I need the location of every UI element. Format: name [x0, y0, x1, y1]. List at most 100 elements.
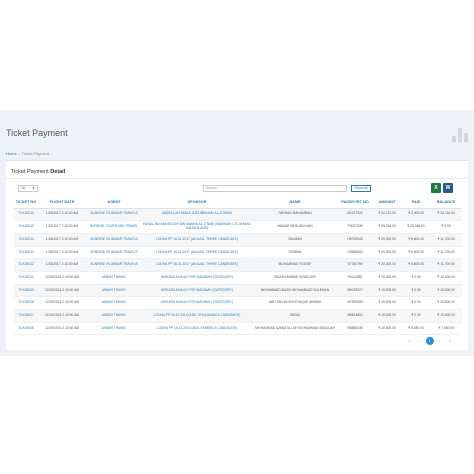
cell-ticket[interactable]: TCK00009 — [14, 284, 38, 298]
column-header[interactable]: PAID — [402, 196, 430, 209]
cell-amount: ₹ 20,300.00 — [372, 246, 402, 260]
cell-amount: ₹ 15,500.00 — [372, 309, 402, 323]
cell-date: 1/18/2017 2:10:00 AM — [38, 233, 86, 247]
cell-ticket[interactable]: TCK00016 — [14, 208, 38, 222]
cell-agent[interactable]: SUNRISE VS AKBAR TRAVELS — [86, 258, 142, 272]
column-header[interactable]: AMOUNT — [372, 196, 402, 209]
table-row[interactable]: TCK00008 12/19/2016 2:10:00 AM AKBAR TRAVE… — [14, 296, 462, 310]
cell-sponsor[interactable]: LODHA PP 16.01.2017 (AN AJUL THREE CANDI… — [142, 258, 252, 272]
cell-balance: ₹ 11,700.00 — [430, 246, 462, 260]
cell-ticket[interactable]: TCK00008 — [14, 296, 38, 310]
cell-name: FARHAN MAHAMBAN — [252, 208, 338, 222]
cell-sponsor[interactable]: ABDULLAH ABDUL AZIZ IBRAHIM AL-JOHANI — [142, 208, 252, 222]
cell-name: FAIZAN AHMAD SHAKOOR — [252, 271, 338, 285]
cell-ticket[interactable]: TCK00015 — [14, 220, 38, 234]
table-row[interactable]: TCK00007 12/19/2016 2:10:00 AM AKBAR TRAVE… — [14, 309, 462, 323]
column-header[interactable]: PASSPORT NO — [338, 196, 372, 209]
cell-amount: ₹ 15,500.00 — [372, 322, 402, 336]
column-header[interactable]: AGENT — [86, 196, 142, 209]
cell-paid: ₹ 25,246.00 — [402, 220, 430, 234]
column-header[interactable]: NAME — [252, 196, 338, 209]
cell-paid: ₹ 8,600.00 — [402, 258, 430, 272]
cell-date: 12/19/2016 2:10:00 AM — [38, 322, 86, 336]
cell-agent[interactable]: AKBAR TRAVEL — [86, 284, 142, 298]
cell-name: SADIQ — [252, 309, 338, 323]
column-header[interactable]: FLIGHT DATE — [38, 196, 86, 209]
cell-passport: P4612882 — [338, 271, 372, 285]
breadcrumb-separator: / — [18, 151, 20, 156]
cell-date: 1/18/2017 7:40:00 AM — [38, 220, 86, 234]
cell-name: NAZAIR BEGUM KHAN — [252, 220, 338, 234]
cell-agent[interactable]: AKBAR TRAVEL — [86, 296, 142, 310]
cell-agent[interactable]: AKBAR TRAVEL — [86, 309, 142, 323]
table-row[interactable]: TCK00010 12/19/2016 2:10:00 AM AKBAR TRAVE… — [14, 271, 462, 285]
cell-date: 12/19/2016 2:10:00 AM — [38, 296, 86, 310]
table-row[interactable]: TCK00012 1/18/2017 2:10:00 AM SUNRISE VS A… — [14, 258, 462, 272]
cell-balance: ₹ 15,500.00 — [430, 284, 462, 298]
table-header-row: TICKET NO FLIGHT DATE AGENT SPONSOR NAME PASS… — [14, 196, 462, 209]
pager-last[interactable]: » — [446, 337, 454, 345]
column-header[interactable]: BALANCE — [430, 196, 462, 209]
cell-paid: ₹ 0.00 — [402, 284, 430, 298]
ticket-payment-card: Ticket Payment Detail 10 ▼ Search Show A… — [6, 160, 468, 350]
cell-ticket[interactable]: TCK00014 — [14, 233, 38, 247]
ticket-payment-table: TICKET NO FLIGHT DATE AGENT SPONSOR NAME PASS… — [14, 196, 462, 336]
show-all-button[interactable]: Show All — [351, 185, 371, 192]
cell-paid: ₹ 8,600.00 — [402, 233, 430, 247]
cell-ticket[interactable]: TCK00010 — [14, 271, 38, 285]
excel-icon[interactable]: X — [431, 183, 441, 193]
cell-ticket[interactable]: TCK00013 — [14, 246, 38, 260]
cell-passport: M6814891 — [338, 309, 372, 323]
pager-first[interactable]: « — [406, 337, 414, 345]
cell-passport: N6588438 — [338, 322, 372, 336]
cell-passport: N3865460 — [338, 246, 372, 260]
table-body: TCK00016 1/18/2017 2:10:00 AM SUNRISE VS A… — [14, 208, 462, 336]
cell-agent[interactable]: SUNRISE VS AKBAR TRAVELS — [86, 208, 142, 222]
pager-next[interactable]: › — [436, 337, 444, 345]
column-header[interactable]: SPONSOR — [142, 196, 252, 209]
cell-sponsor[interactable]: MOKASA KHALID FOR MADINAH (CATEGORY) — [142, 271, 252, 285]
cell-agent[interactable]: SUNRISE VS AKBAR TRAVELS — [86, 233, 142, 247]
cell-amount: ₹ 20,300.00 — [372, 233, 402, 247]
table-row[interactable]: TCK00016 1/18/2017 2:10:00 AM SUNRISE VS A… — [14, 208, 462, 222]
word-icon[interactable]: W — [443, 183, 453, 193]
cell-amount: ₹ 15,500.00 — [372, 296, 402, 310]
table-row[interactable]: TCK00013 1/18/2017 2:10:00 AM SUNRISE VS A… — [14, 246, 462, 260]
cell-passport: S7760759 — [338, 258, 372, 272]
table-row[interactable]: TCK00006 12/19/2016 2:10:00 AM AKBAR TRAVE… — [14, 322, 462, 336]
table-row[interactable]: TCK00009 12/19/2016 2:10:00 AM AKBAR TRAVE… — [14, 284, 462, 298]
cell-amount: ₹ 22,110.00 — [372, 208, 402, 222]
pager-prev[interactable]: ‹ — [416, 337, 424, 345]
cell-sponsor[interactable]: MOKASA KHALID FOR MADINAH (CATEGORY) — [142, 284, 252, 298]
breadcrumb-current: Ticket Payment — [21, 151, 50, 156]
cell-agent[interactable]: SUNRISE VS AKBAR TRAVELS — [86, 246, 142, 260]
search-input[interactable]: Search — [203, 185, 347, 192]
cell-agent[interactable]: SUNRISE TOURS AND TRAVEL — [86, 220, 142, 234]
cell-passport: M6433327 — [338, 284, 372, 298]
page-size-select[interactable]: 10 ▼ — [18, 185, 38, 192]
cell-sponsor[interactable]: LODHA PP 16.01.2017 (AN AJUL THREE CANDI… — [142, 246, 252, 260]
word-glyph: W — [445, 185, 451, 191]
cell-agent[interactable]: AKBAR TRAVEL — [86, 322, 142, 336]
cell-balance: ₹ 0.00 — [430, 220, 462, 234]
cell-sponsor[interactable]: LODHA PP 19.12.2016 (ADIL GHULAMAM 5 CAN… — [142, 309, 252, 323]
pager-page-1[interactable]: 1 — [425, 337, 434, 345]
cell-ticket[interactable]: TCK00007 — [14, 309, 38, 323]
column-header[interactable]: TICKET NO — [14, 196, 38, 209]
cell-agent[interactable]: AKBAR TRAVEL — [86, 271, 142, 285]
pagination: « ‹ 1 › » — [405, 337, 455, 345]
cell-ticket[interactable]: TCK00012 — [14, 258, 38, 272]
breadcrumb-home-link[interactable]: Home — [6, 151, 17, 156]
cell-sponsor[interactable]: FAISAL BIN MAHDOOR BIN MANNA AL-OTAIBI (… — [142, 220, 252, 234]
cell-paid: ₹ 2,400.00 — [402, 208, 430, 222]
cell-ticket[interactable]: TCK00006 — [14, 322, 38, 336]
cell-balance: ₹ 15,500.00 — [430, 271, 462, 285]
cell-sponsor[interactable]: LODHA PP 19.12.2016 (ADIL FAREED 5 CANDI… — [142, 322, 252, 336]
cell-name: ABU TALHA ISHTEYAQUE AHMAD — [252, 296, 338, 310]
cell-name: RIZWAN — [252, 246, 338, 260]
table-row[interactable]: TCK00015 1/18/2017 7:40:00 AM SUNRISE TOUR… — [14, 220, 462, 234]
table-row[interactable]: TCK00014 1/18/2017 2:10:00 AM SUNRISE VS A… — [14, 233, 462, 247]
chart-bars-icon — [452, 128, 468, 142]
cell-sponsor[interactable]: LODHA PP 16.01.2017 (AN AJUL THREE CANDI… — [142, 233, 252, 247]
cell-sponsor[interactable]: MOKASA KHALID FOR MADINAH (CATEGORY) — [142, 296, 252, 310]
